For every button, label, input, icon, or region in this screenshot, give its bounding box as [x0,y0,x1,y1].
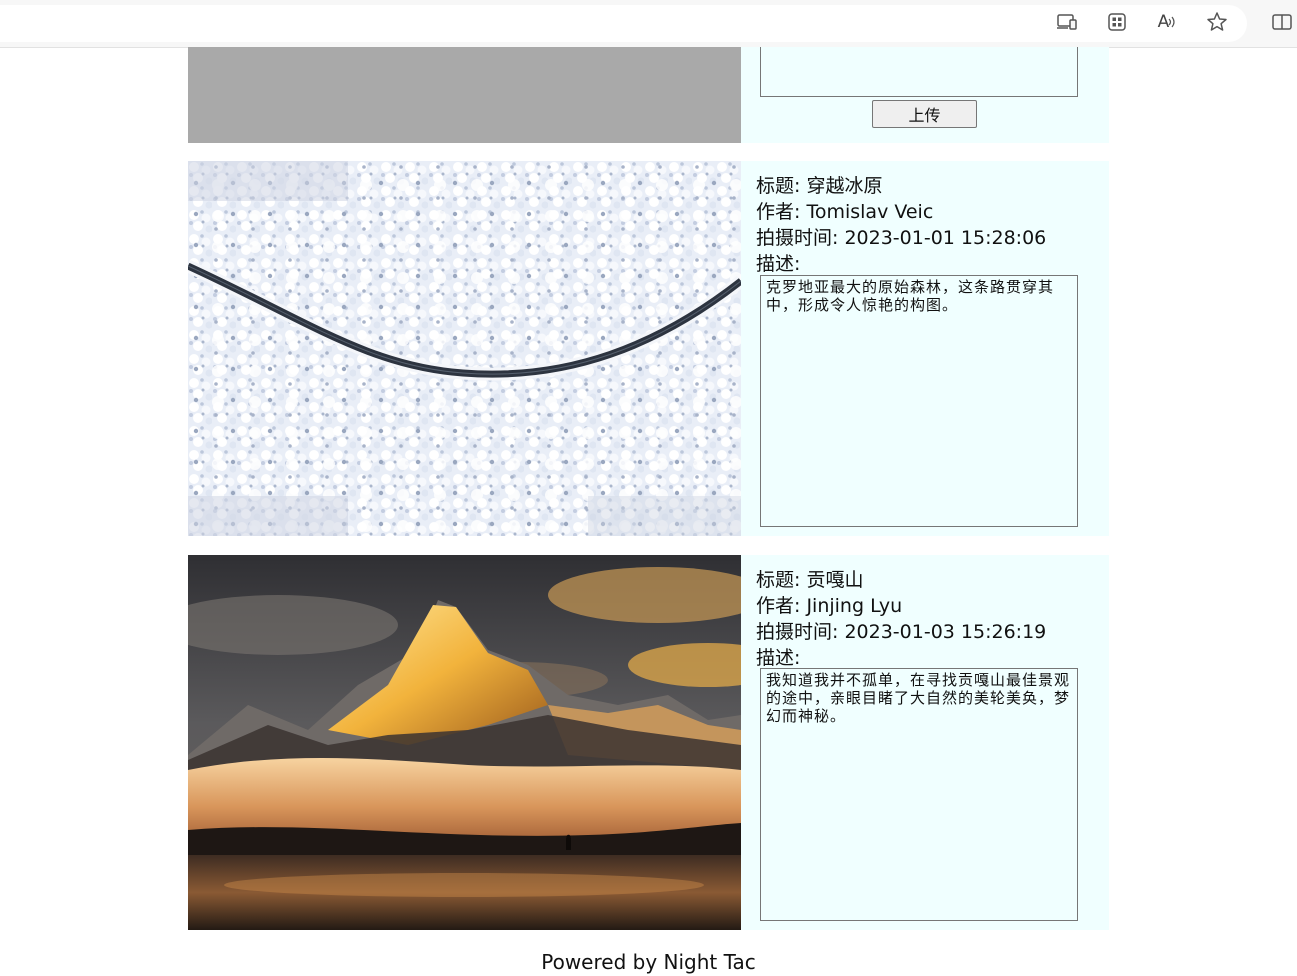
post-title: 穿越冰原 [806,175,883,197]
browser-toolbar: A [0,0,1297,48]
description-label: 描述: [756,253,801,275]
post-card: 标题: 贡嘎山 作者: Jinjing Lyu 拍摄时间: 2023-01-03… [188,555,1109,930]
author-label: 作者: [756,595,801,617]
title-label: 标题: [756,569,801,591]
post-time: 2023-01-03 15:26:19 [844,621,1047,643]
post-time-line: 拍摄时间: 2023-01-01 15:28:06 [756,225,1046,251]
post-time-line: 拍摄时间: 2023-01-03 15:26:19 [756,619,1046,645]
read-aloud-glyph: A [1157,12,1170,32]
upload-image-placeholder [188,47,741,143]
time-label: 拍摄时间: [756,621,839,643]
post-title-line: 标题: 穿越冰原 [756,173,1046,199]
upload-description-input[interactable] [760,47,1078,97]
footer-powered-by: Powered by Night Tac [541,950,756,974]
split-screen-icon[interactable] [1269,9,1295,35]
post-author: Tomislav Veic [806,201,934,223]
snow-mountain-sunset-photo [188,555,741,930]
read-aloud-icon[interactable]: A [1154,9,1180,35]
title-label: 标题: [756,175,801,197]
post-description-textarea[interactable]: 我知道我并不孤单，在寻找贡嘎山最佳景观的途中，亲眼目睹了大自然的美轮美奂，梦幻而… [760,668,1078,921]
apps-icon[interactable] [1104,9,1130,35]
upload-button[interactable]: 上传 [872,100,977,128]
favorite-star-icon[interactable] [1204,9,1230,35]
post-info: 标题: 穿越冰原 作者: Tomislav Veic 拍摄时间: 2023-01… [756,173,1046,277]
snowy-forest-road-photo [188,161,741,536]
post-card: 标题: 穿越冰原 作者: Tomislav Veic 拍摄时间: 2023-01… [188,161,1109,536]
upload-card: 上传 [188,47,1109,143]
post-info: 标题: 贡嘎山 作者: Jinjing Lyu 拍摄时间: 2023-01-03… [756,567,1046,671]
post-title-line: 标题: 贡嘎山 [756,567,1046,593]
post-title: 贡嘎山 [806,569,864,591]
post-description-textarea[interactable]: 克罗地亚最大的原始森林，这条路贯穿其中，形成令人惊艳的构图。 [760,275,1078,527]
post-author-line: 作者: Tomislav Veic [756,199,1046,225]
post-author: Jinjing Lyu [806,595,903,617]
author-label: 作者: [756,201,801,223]
device-icon[interactable] [1054,9,1080,35]
time-label: 拍摄时间: [756,227,839,249]
post-author-line: 作者: Jinjing Lyu [756,593,1046,619]
post-time: 2023-01-01 15:28:06 [844,227,1047,249]
